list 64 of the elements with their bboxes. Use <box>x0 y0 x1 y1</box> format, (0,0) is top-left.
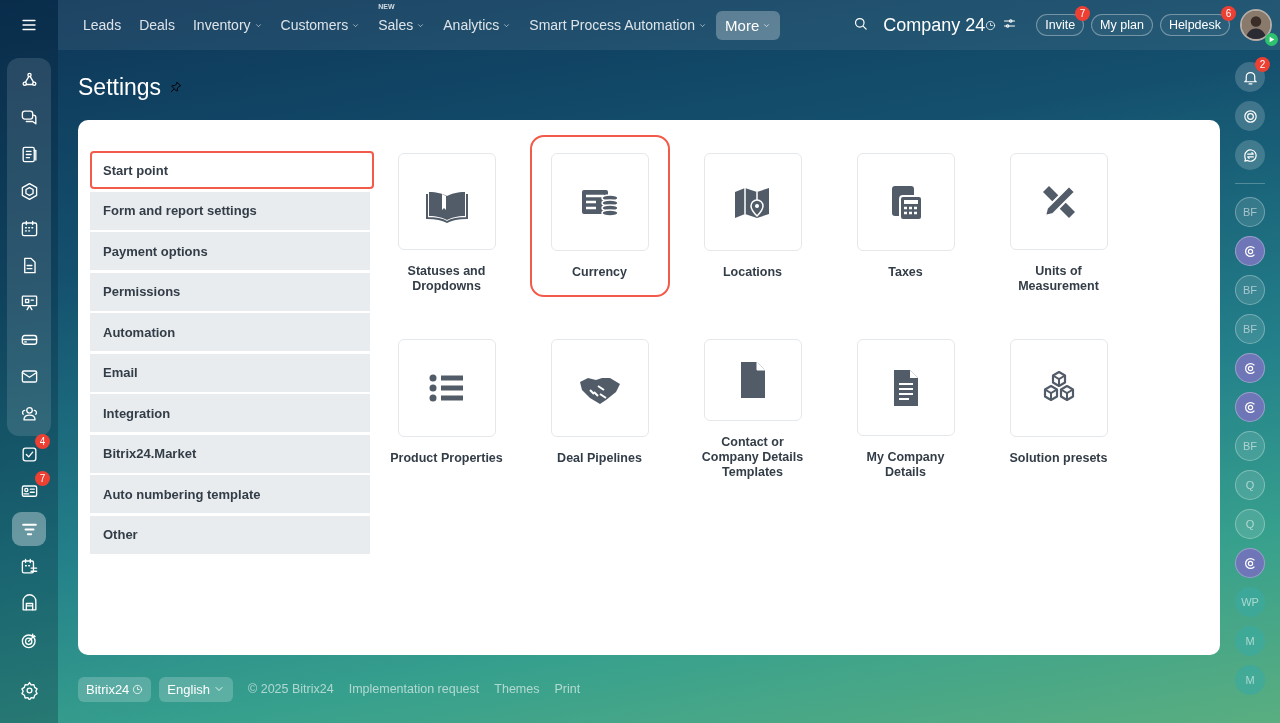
settings-tile[interactable]: Solution presets <box>988 321 1129 483</box>
target-icon <box>19 631 39 650</box>
chat-button[interactable] <box>1235 140 1265 170</box>
settings-tile[interactable]: Contact or Company Details Templates <box>682 321 823 483</box>
settings-tile[interactable]: Taxes <box>835 135 976 297</box>
settings-menu-item[interactable]: Automation <box>90 313 370 351</box>
presentation-icon <box>19 293 39 312</box>
settings-menu-item[interactable]: Payment options <box>90 232 370 270</box>
nav-item[interactable]: Sales <box>369 11 435 39</box>
people-icon <box>19 404 39 423</box>
settings-tile[interactable]: Product Properties <box>376 321 517 483</box>
notifications-button[interactable] <box>1235 62 1265 92</box>
bot-avatar[interactable] <box>1235 548 1265 578</box>
bot-avatar[interactable] <box>1235 236 1265 266</box>
count-badge: 2 <box>1255 57 1270 72</box>
settings-tile[interactable]: My Company Details <box>835 321 976 483</box>
settings-tile[interactable]: Locations <box>682 135 823 297</box>
nav-item[interactable]: Leads <box>74 11 131 39</box>
settings-menu-item[interactable]: Bitrix24.Market <box>90 434 370 473</box>
count-badge: 4 <box>35 434 50 449</box>
chat-icon <box>19 108 39 127</box>
settings-menu-item[interactable]: Email <box>90 353 370 392</box>
task-checkbox-icon <box>19 445 39 464</box>
count-badge: 7 <box>35 471 50 486</box>
settings-tile[interactable]: Currency <box>529 135 670 297</box>
header-button[interactable]: My plan <box>1091 14 1153 36</box>
copyright-text: © 2025 Bitrix24 <box>248 682 334 696</box>
nav-item[interactable]: Deals <box>130 11 184 39</box>
settings-menu-item[interactable]: Start point <box>90 151 374 189</box>
settings-menu-item[interactable]: Permissions <box>90 272 370 311</box>
settings-menu-item[interactable]: Integration <box>90 394 370 432</box>
calendar-icon <box>19 219 39 238</box>
hexagon-icon <box>19 182 39 201</box>
settings-menu-item[interactable]: Other <box>90 515 370 554</box>
play-icon <box>1265 33 1278 46</box>
count-badge: 6 <box>1221 6 1236 21</box>
bot-avatar[interactable] <box>1235 392 1265 422</box>
settings-menu-item[interactable]: Form and report settings <box>90 191 370 230</box>
chat-arrows-icon <box>1241 146 1259 164</box>
swirl-icon <box>1241 107 1259 125</box>
user-avatar[interactable] <box>1240 9 1272 41</box>
warehouse-icon <box>19 594 39 613</box>
nav-item[interactable]: Analytics <box>434 11 521 39</box>
nav-item[interactable]: Customers <box>271 11 370 39</box>
sidebar-button[interactable] <box>12 512 46 546</box>
settings-tile[interactable]: Statuses and Dropdowns <box>376 135 517 297</box>
nav-item[interactable]: More <box>716 10 781 40</box>
settings-icon <box>19 681 39 700</box>
newspaper-icon <box>19 145 39 164</box>
page-title: Settings <box>78 73 162 101</box>
nav-item[interactable]: Smart Process Automation <box>520 11 717 39</box>
calendar-list-icon <box>19 557 39 576</box>
bot-avatar[interactable] <box>1235 353 1265 383</box>
nav-item[interactable]: Inventory <box>183 11 272 39</box>
settings-tile[interactable]: Deal Pipelines <box>529 321 670 483</box>
company-name[interactable]: Company 24 <box>883 14 986 36</box>
count-badge: 7 <box>1075 6 1091 21</box>
clock-icon <box>132 683 144 695</box>
mail-icon <box>19 367 39 386</box>
copilot-button[interactable] <box>1235 101 1265 131</box>
settings-menu-item[interactable]: Auto numbering template <box>90 475 370 513</box>
clock-icon <box>985 19 997 31</box>
pin-icon <box>169 80 184 94</box>
settings-tile[interactable]: Units of Measurement <box>988 135 1129 297</box>
